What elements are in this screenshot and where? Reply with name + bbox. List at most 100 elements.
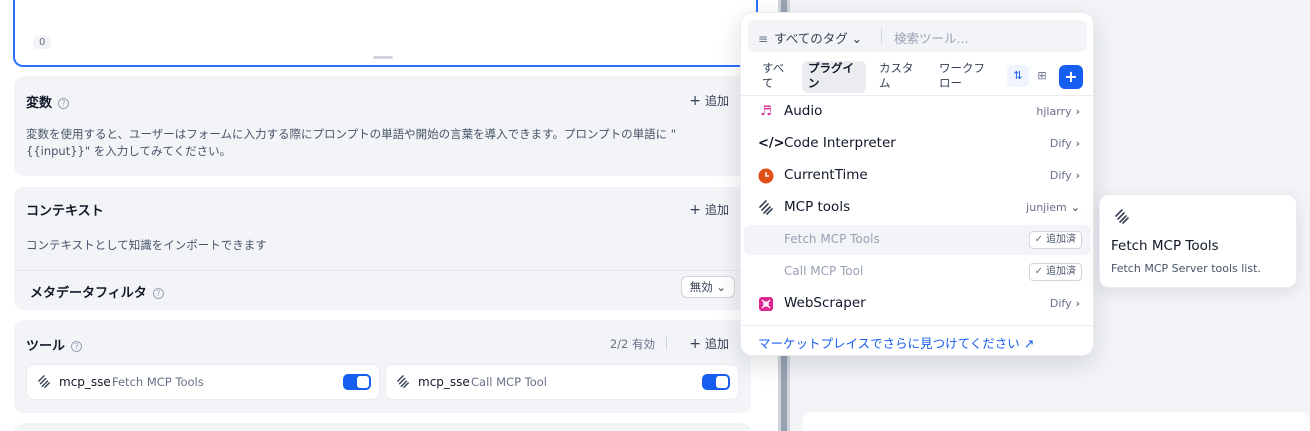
author-label: hjlarry (1036, 105, 1072, 118)
help-icon[interactable]: ? (58, 98, 70, 109)
chevron-down-icon: ⌄ (712, 280, 726, 294)
add-variable-button[interactable]: + 追加 (689, 92, 729, 109)
tab-plugins[interactable]: プラグイン (802, 61, 866, 93)
tool-item-name: Code Interpreter (784, 135, 896, 151)
chevron-right-icon: › (1075, 169, 1080, 182)
add-context-label: 追加 (704, 203, 729, 217)
author-label: Dify (1049, 137, 1072, 150)
context-description: コンテキストとして知識をインポートできます (26, 238, 267, 252)
app-root: 0 変数? + 追加 変数を使用すると、ユーザーはフォームに入力する際にプロンプト… (0, 0, 1310, 431)
author-label: Dify (1049, 297, 1072, 310)
variables-title: 変数? (26, 92, 70, 111)
tools-title: ツール? (26, 335, 83, 354)
tool-item-audio[interactable]: ♬ Audio hjlarry › (744, 97, 1090, 127)
divider (741, 325, 1093, 326)
tool-card[interactable]: mcp_sse Fetch MCP Tools (26, 364, 380, 400)
tool-item-webscraper[interactable]: WebScraper Dify › (744, 289, 1090, 319)
clock-icon (758, 168, 774, 184)
mcp-icon (38, 375, 50, 388)
category-tabs: すべて プラグイン カスタム ワークフロー ⇅ ⊞ + (741, 59, 1093, 95)
tool-item-name: CurrentTime (784, 167, 868, 183)
tool-enable-toggle[interactable] (343, 374, 371, 390)
tool-name: Fetch MCP Tools (112, 375, 204, 389)
variables-section: 変数? + 追加 変数を使用すると、ユーザーはフォームに入力する際にプロンプトの単… (14, 76, 751, 176)
code-icon: </> (758, 136, 785, 151)
tool-card[interactable]: mcp_sse Call MCP Tool (385, 364, 739, 400)
chevron-down-icon: ⌄ (1070, 201, 1080, 214)
added-badge: ✓ 追加済 (1028, 263, 1082, 281)
plus-icon: + (689, 336, 701, 352)
plus-icon: + (689, 93, 701, 109)
filter-icon: ≡ (758, 32, 769, 46)
tool-item-author: hjlarry › (1036, 105, 1080, 118)
added-badge: ✓ 追加済 (1028, 231, 1082, 249)
tool-provider: mcp_sse (418, 375, 470, 389)
tooltip-title: Fetch MCP Tools (1111, 238, 1219, 254)
variables-description: 変数を使用すると、ユーザーはフォームに入力する際にプロンプトの単語や開始の言葉を… (26, 127, 677, 158)
tool-item-author: junjiem ⌄ (1026, 201, 1080, 214)
add-custom-tool-button[interactable]: + (1059, 65, 1083, 89)
context-section: コンテキスト + 追加 コンテキストとして知識をインポートできます メタデータフィ… (14, 187, 751, 310)
author-label: Dify (1049, 169, 1072, 182)
metadata-filter-row: メタデータフィルタ? 無効 ⌄ (14, 270, 751, 310)
tool-name: Call MCP Tool (471, 375, 548, 389)
audio-icon: ♬ (760, 104, 772, 119)
config-panel: 0 変数? + 追加 変数を使用すると、ユーザーはフォームに入力する際にプロンプト… (0, 0, 778, 431)
tooltip-description: Fetch MCP Server tools list. (1111, 262, 1261, 275)
add-variable-label: 追加 (704, 94, 729, 108)
tool-provider: mcp_sse (59, 375, 111, 389)
tree-view-icon[interactable]: ⊞ (1031, 65, 1053, 87)
prompt-char-count: 0 (33, 36, 52, 49)
chevron-right-icon: › (1075, 297, 1080, 310)
sub-tool-fetch-mcp-tools[interactable]: Fetch MCP Tools ✓ 追加済 (744, 225, 1090, 255)
tool-item-currenttime[interactable]: CurrentTime Dify › (744, 161, 1090, 191)
divider (666, 336, 667, 350)
added-badge-label: 追加済 (1046, 266, 1076, 277)
tab-all[interactable]: すべて (756, 61, 796, 93)
webscraper-icon (759, 297, 773, 311)
mcp-icon (397, 375, 409, 388)
tool-item-name: MCP tools (784, 199, 851, 215)
sub-tool-name: Fetch MCP Tools (784, 232, 880, 246)
tool-item-mcp-tools[interactable]: MCP tools junjiem ⌄ (744, 193, 1090, 223)
tool-item-author: Dify › (1050, 297, 1080, 310)
tools-section: ツール? 2/2 有効 + 追加 mcp_sse Fetch MCP Tools … (14, 320, 751, 413)
plus-icon: + (689, 202, 701, 218)
help-icon[interactable]: ? (71, 341, 83, 352)
tool-item-name: Audio (784, 103, 823, 119)
check-icon: ✓ (1034, 266, 1043, 277)
tab-custom[interactable]: カスタム (873, 61, 927, 93)
tab-workflow[interactable]: ワークフロー (933, 61, 999, 93)
tool-tooltip: Fetch MCP Tools Fetch MCP Server tools l… (1099, 194, 1297, 288)
help-icon[interactable]: ? (152, 288, 164, 299)
added-badge-label: 追加済 (1046, 234, 1076, 245)
tools-enabled-count: 2/2 有効 (609, 337, 655, 351)
variables-title-text: 変数 (26, 96, 53, 111)
metadata-filter-select[interactable]: 無効 ⌄ (680, 276, 735, 298)
metadata-filter-title: メタデータフィルタ? (30, 282, 164, 301)
prompt-editor[interactable]: 0 (13, 0, 758, 67)
tool-item-author: Dify › (1050, 169, 1080, 182)
tag-filter-button[interactable]: ≡ すべてのタグ ⌄ (758, 28, 862, 47)
add-tool-label: 追加 (704, 337, 729, 351)
metadata-filter-label: メタデータフィルタ (30, 286, 147, 301)
add-tool-button[interactable]: + 追加 (689, 335, 729, 352)
tool-picker-dropdown: ≡ すべてのタグ ⌄ 検索ツール... すべて プラグイン カスタム ワークフロー… (740, 12, 1094, 356)
tool-enable-toggle[interactable] (702, 374, 730, 390)
tool-item-code-interpreter[interactable]: </> Code Interpreter Dify › (744, 129, 1090, 159)
search-bar: ≡ すべてのタグ ⌄ 検索ツール... (748, 20, 1087, 52)
chevron-right-icon: › (1075, 105, 1080, 118)
sort-icon[interactable]: ⇅ (1007, 65, 1029, 87)
resize-handle[interactable] (373, 56, 393, 59)
add-context-button[interactable]: + 追加 (689, 201, 729, 218)
author-label: junjiem (1026, 201, 1067, 214)
tools-title-text: ツール (26, 339, 66, 354)
chevron-down-icon: ⌄ (847, 31, 863, 46)
preview-card (803, 412, 1310, 431)
mcp-icon (759, 200, 773, 215)
tool-item-author: Dify › (1050, 137, 1080, 150)
metadata-filter-value: 無効 (689, 280, 713, 294)
search-input[interactable]: 検索ツール... (894, 28, 968, 47)
marketplace-link[interactable]: マーケットプレイスでさらに見つけてください ↗ (758, 333, 1034, 352)
sub-tool-call-mcp-tool[interactable]: Call MCP Tool ✓ 追加済 (744, 257, 1090, 287)
